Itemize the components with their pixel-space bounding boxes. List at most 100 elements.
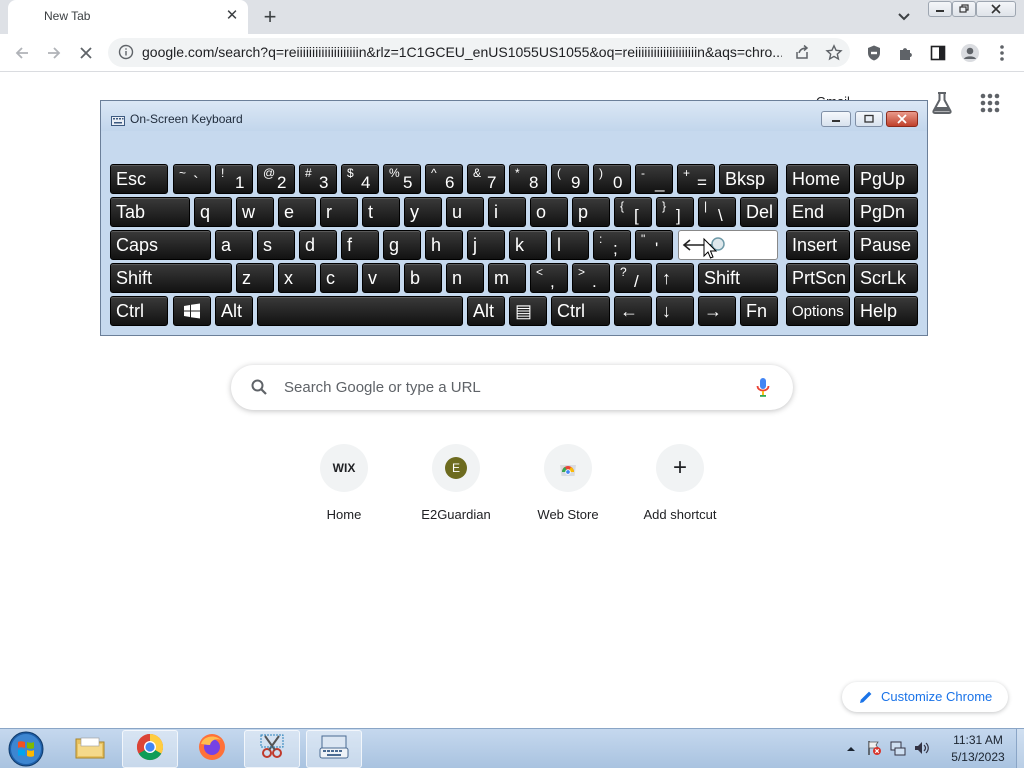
key-o[interactable]: o (530, 197, 568, 227)
show-desktop-button[interactable] (1016, 729, 1024, 768)
key-q[interactable]: q (194, 197, 232, 227)
stop-loading-icon[interactable] (73, 40, 99, 66)
search-placeholder[interactable]: Search Google or type a URL (284, 379, 481, 396)
show-hidden-icons-arrow-icon[interactable] (845, 742, 857, 754)
url-text[interactable]: google.com/search?q=reiiiiiiiiiiiiiiiiii… (142, 44, 782, 60)
volume-speaker-icon[interactable] (913, 739, 931, 757)
bookmark-star-icon[interactable] (821, 40, 847, 66)
key-x[interactable]: x (278, 263, 316, 293)
key-h[interactable]: h (425, 230, 463, 260)
key-symbol[interactable]: ↓ (656, 296, 694, 326)
key-f[interactable]: f (341, 230, 379, 260)
taskbar-snipping-tool[interactable] (244, 730, 300, 768)
key-tab[interactable]: Tab (110, 197, 190, 227)
forward-arrow-icon[interactable] (41, 40, 67, 66)
taskbar-chrome[interactable] (122, 730, 178, 768)
key-ctrl[interactable]: Ctrl (110, 296, 168, 326)
key-symbol[interactable]: - _ (635, 164, 673, 194)
chrome-menu-icon[interactable] (989, 40, 1015, 66)
taskbar-firefox[interactable] (184, 730, 240, 768)
key-5[interactable]: % 5 (383, 164, 421, 194)
key-esc[interactable]: Esc (110, 164, 168, 194)
window-minimize-button[interactable] (928, 1, 952, 17)
key-9[interactable]: (9 (551, 164, 589, 194)
key-caps[interactable]: Caps (110, 230, 211, 260)
network-icon[interactable] (889, 739, 907, 757)
key-ctrl[interactable]: Ctrl (551, 296, 610, 326)
shortcut-e2guardian[interactable]: E E2Guardian (400, 440, 512, 532)
shortcut-home[interactable]: WIX Home (288, 440, 400, 532)
taskbar-on-screen-keyboard[interactable] (306, 730, 362, 768)
key-v[interactable]: v (362, 263, 400, 293)
key-r[interactable]: r (320, 197, 358, 227)
key-bksp[interactable]: Bksp (719, 164, 778, 194)
key-u[interactable]: u (446, 197, 484, 227)
key-fn[interactable]: Fn (740, 296, 778, 326)
key-alt[interactable]: Alt (215, 296, 253, 326)
key-8[interactable]: * 8 (509, 164, 547, 194)
osk-maximize-button[interactable] (855, 111, 883, 127)
key-shift[interactable]: Shift (110, 263, 232, 293)
key-symbol[interactable]: " ' (635, 230, 673, 260)
key-symbol[interactable]: → (698, 296, 736, 326)
clock-date[interactable]: 5/13/2023 (938, 750, 1018, 764)
key-a[interactable]: a (215, 230, 253, 260)
clock-time[interactable]: 11:31 AM (938, 733, 1018, 747)
key-end[interactable]: End (786, 197, 850, 227)
key-g[interactable]: g (383, 230, 421, 260)
key-symbol[interactable]: | \ (698, 197, 736, 227)
key-insert[interactable]: Insert (786, 230, 850, 260)
key-alt[interactable]: Alt (467, 296, 505, 326)
key-l[interactable]: l (551, 230, 589, 260)
back-arrow-icon[interactable] (9, 40, 35, 66)
key-0[interactable]: ) 0 (593, 164, 631, 194)
voice-search-mic-icon[interactable] (755, 376, 771, 398)
key-y[interactable]: y (404, 197, 442, 227)
key-1[interactable]: ! 1 (215, 164, 253, 194)
key-scrlk[interactable]: ScrLk (854, 263, 918, 293)
key-symbol[interactable]: }] (656, 197, 694, 227)
key-home[interactable]: Home (786, 164, 850, 194)
key-symbol[interactable]: ▤ (509, 296, 547, 326)
key-symbol[interactable]: ← (614, 296, 652, 326)
osk-minimize-button[interactable] (821, 111, 851, 127)
key-symbol[interactable]: + = (677, 164, 715, 194)
site-info-icon[interactable] (118, 44, 134, 60)
action-center-flag-icon[interactable] (865, 739, 883, 757)
tab-close-icon[interactable]: ✕ (224, 7, 240, 25)
shortcut-web-store[interactable]: Web Store (512, 440, 624, 532)
key-2[interactable]: @2 (257, 164, 295, 194)
key-options[interactable]: Options (786, 296, 850, 326)
key-e[interactable]: e (278, 197, 316, 227)
google-apps-grid-icon[interactable] (977, 90, 1003, 116)
key-s[interactable]: s (257, 230, 295, 260)
key-z[interactable]: z (236, 263, 274, 293)
share-icon[interactable] (789, 40, 815, 66)
key-windows[interactable] (173, 296, 211, 326)
key-b[interactable]: b (404, 263, 442, 293)
key-del[interactable]: Del (740, 197, 778, 227)
key-7[interactable]: & 7 (467, 164, 505, 194)
tab-search-chevron-icon[interactable] (894, 8, 914, 26)
key-pause[interactable]: Pause (854, 230, 918, 260)
key-pgdn[interactable]: PgDn (854, 197, 918, 227)
key-symbol[interactable]: <, (530, 263, 568, 293)
key-symbol[interactable]: ↑ (656, 263, 694, 293)
key-3[interactable]: #3 (299, 164, 337, 194)
start-button[interactable] (6, 730, 46, 768)
key-4[interactable]: $4 (341, 164, 379, 194)
key-i[interactable]: i (488, 197, 526, 227)
shortcut-add[interactable]: + Add shortcut (624, 440, 736, 532)
key-shift[interactable]: Shift (698, 263, 778, 293)
key-j[interactable]: j (467, 230, 505, 260)
window-restore-button[interactable] (952, 1, 976, 17)
key-help[interactable]: Help (854, 296, 918, 326)
key-w[interactable]: w (236, 197, 274, 227)
taskbar-file-explorer[interactable] (62, 730, 118, 768)
key-symbol[interactable]: :; (593, 230, 631, 260)
key-space[interactable] (257, 296, 463, 326)
key-6[interactable]: ^ 6 (425, 164, 463, 194)
labs-flask-icon[interactable] (929, 90, 955, 116)
key-d[interactable]: d (299, 230, 337, 260)
side-panel-icon[interactable] (925, 40, 951, 66)
